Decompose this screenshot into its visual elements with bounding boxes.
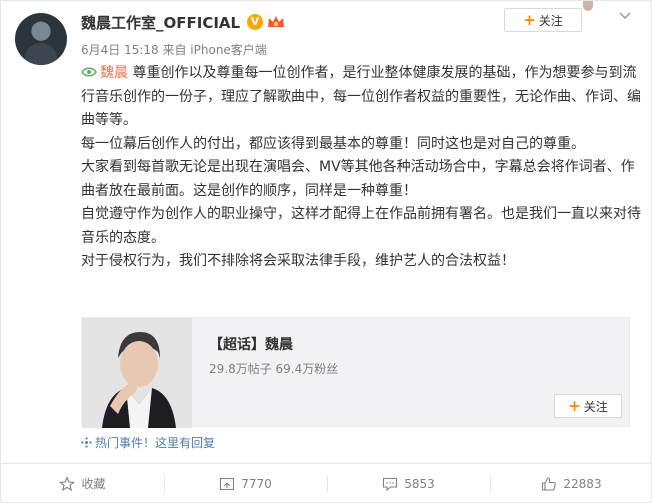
- star-icon: [59, 475, 76, 491]
- plus-icon: +: [568, 396, 581, 415]
- post-paragraph-3: 大家看到每首歌无论是出现在演唱会、MV等其他各种活动场合中，字幕总会将作词者、作…: [81, 159, 635, 199]
- partial-avatar-peek: [583, 1, 593, 11]
- supertopic-title[interactable]: 【超话】魏晨: [209, 334, 293, 354]
- hot-event-link[interactable]: 热门事件！这里有回复: [81, 434, 215, 451]
- post-body: 魏晨 尊重创作以及尊重每一位创作者，是行业整体健康发展的基础，作为想要参与到流行…: [81, 62, 641, 274]
- action-bar: 收藏 7770 5853 22883: [1, 463, 652, 503]
- mention-link[interactable]: 魏晨: [100, 65, 128, 81]
- favorite-label: 收藏: [81, 477, 106, 491]
- supertopic-thumbnail[interactable]: [82, 318, 192, 428]
- paragraph-1-text: 尊重创作以及尊重每一位创作者，是行业整体健康发展的基础，作为想要参与到流行音乐创…: [81, 65, 641, 128]
- like-button[interactable]: 22883: [490, 464, 652, 503]
- supertopic-follow-button[interactable]: + 关注: [554, 394, 622, 418]
- favorite-button[interactable]: 收藏: [1, 464, 164, 503]
- follow-label: 关注: [538, 13, 563, 28]
- repost-icon: [220, 477, 235, 490]
- hot-event-icon: [81, 437, 92, 448]
- repost-count: 7770: [241, 476, 272, 491]
- supertopic-card[interactable]: 【超话】魏晨 29.8万帖子 69.4万粉丝 + 关注: [81, 317, 630, 428]
- username[interactable]: 魏晨工作室_OFFICIAL: [81, 12, 240, 33]
- post-meta: 6月4日 15:18 来自 iPhone客户端: [81, 43, 267, 57]
- portrait-image: [82, 318, 192, 428]
- post-paragraph-4: 自觉遵守作为创作人的职业操守，这样才配得上在作品前拥有署名。也是我们一直以来对待…: [81, 206, 641, 246]
- thumbs-up-icon: [542, 476, 557, 491]
- post-paragraph-5: 对于侵权行为，我们不排除将会采取法律手段，维护艺人的合法权益！: [81, 253, 515, 269]
- supertopic-stats: 29.8万帖子 69.4万粉丝: [209, 362, 339, 376]
- comment-count: 5853: [404, 476, 435, 491]
- follow-label: 关注: [583, 399, 608, 414]
- follow-button[interactable]: + 关注: [504, 8, 582, 32]
- weibo-post-card: 魏晨工作室_OFFICIAL V 6月4日 15:18 来自 iPhone客户端…: [0, 0, 652, 503]
- like-count: 22883: [563, 476, 602, 491]
- member-crown-icon[interactable]: [266, 14, 286, 30]
- post-paragraph-2: 每一位幕后创作人的付出，都应该得到最基本的尊重！同时这也是对自己的尊重。: [81, 135, 585, 152]
- avatar[interactable]: [15, 13, 67, 65]
- mention-link-icon: [81, 67, 97, 77]
- repost-button[interactable]: 7770: [164, 464, 327, 503]
- comment-icon: [383, 477, 398, 491]
- chevron-down-icon[interactable]: [617, 8, 633, 24]
- plus-icon: +: [523, 10, 536, 29]
- comment-button[interactable]: 5853: [327, 464, 490, 503]
- post-paragraph-1: 魏晨 尊重创作以及尊重每一位创作者，是行业整体健康发展的基础，作为想要参与到流行…: [81, 62, 641, 133]
- verified-icon: V: [247, 14, 263, 30]
- hot-event-text: 热门事件！这里有回复: [95, 436, 216, 450]
